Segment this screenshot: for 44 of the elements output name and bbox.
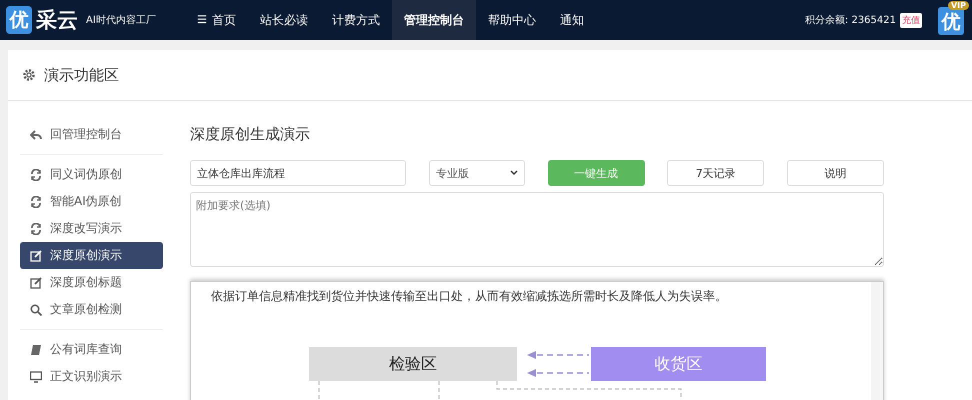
section-title: 深度原创生成演示 xyxy=(190,125,311,144)
slogan: AI时代内容工厂 xyxy=(86,14,156,27)
nav-item[interactable]: 站长必读 xyxy=(248,0,320,40)
sidebar-item[interactable]: 公有词库查询 xyxy=(20,336,163,363)
book-icon xyxy=(30,344,42,356)
caret-icon xyxy=(510,170,518,176)
edit-icon xyxy=(30,276,42,288)
logo-text: 采云 xyxy=(36,6,78,34)
keyword-field[interactable]: 立体仓库出库流程 xyxy=(190,160,406,186)
requirements-field[interactable]: 附加要求(选填) xyxy=(190,192,884,267)
panel-title: 演示功能区 xyxy=(44,66,119,84)
recharge-button[interactable]: 充值 xyxy=(900,12,922,28)
nav-item[interactable]: 通知 xyxy=(548,0,596,40)
sidebar-item[interactable]: 回管理控制台 xyxy=(20,121,163,148)
diagram-node: 收货区 xyxy=(591,347,766,381)
edition-dropdown[interactable]: 专业版 xyxy=(428,160,525,186)
settings-icon xyxy=(22,68,36,82)
sidebar-item[interactable]: 深度原创演示 xyxy=(20,242,163,269)
edit-icon xyxy=(30,250,42,262)
diagram-node: 检验区 xyxy=(309,347,517,381)
sidebar-item[interactable]: 智能AI伪原创 xyxy=(20,188,163,215)
nav-item[interactable]: 管理控制台 xyxy=(392,0,476,40)
logo-mark: 优 xyxy=(6,6,32,34)
result-paragraph: 依据订单信息精准找到货位并快速传输至出口处，从而有效缩减拣选所需时长及降低人为失误率。 xyxy=(211,288,728,305)
action-button[interactable]: 7天记录 xyxy=(667,160,764,186)
sidebar-item[interactable]: 文章原创检测 xyxy=(20,296,163,323)
action-button[interactable]: 说明 xyxy=(787,160,884,186)
sidebar-item[interactable]: 正文识别演示 xyxy=(20,363,163,390)
monitor-icon xyxy=(30,370,42,382)
reply-arrow-icon xyxy=(30,128,42,140)
nav-item[interactable]: 首页 xyxy=(184,0,248,40)
menu-icon xyxy=(196,15,208,25)
sidebar-item[interactable]: 深度原创标题 xyxy=(20,269,163,296)
scrollbar[interactable] xyxy=(871,282,883,400)
search-icon xyxy=(30,304,42,316)
sidebar-item[interactable]: 深度改写演示 xyxy=(20,215,163,242)
nav-item[interactable]: 计费方式 xyxy=(320,0,392,40)
refresh-icon xyxy=(30,222,42,234)
vip-badge: VIP xyxy=(948,1,969,10)
nav-item[interactable]: 帮助中心 xyxy=(476,0,548,40)
points-balance: 积分余额: 2365421 xyxy=(804,14,896,27)
refresh-icon xyxy=(30,168,42,180)
refresh-icon xyxy=(30,196,42,208)
sidebar-item[interactable]: 同义词伪原创 xyxy=(20,161,163,188)
